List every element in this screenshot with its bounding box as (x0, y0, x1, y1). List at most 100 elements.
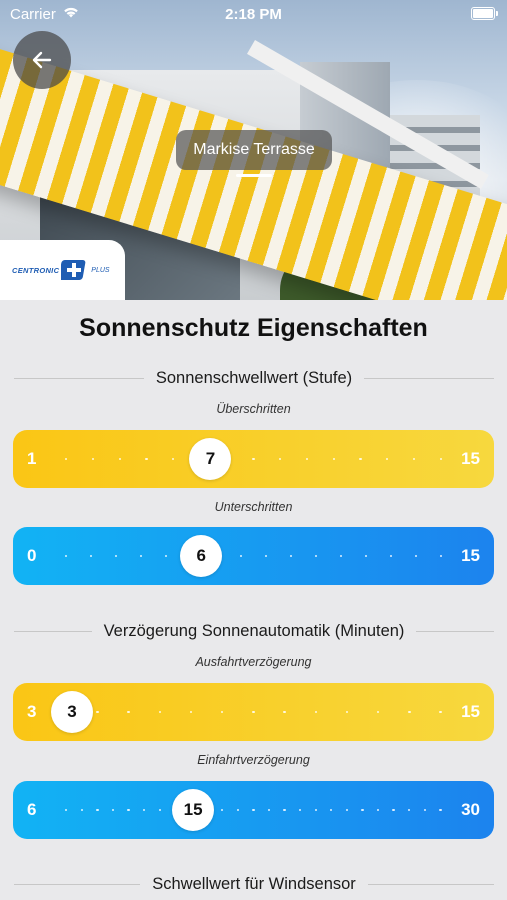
divider (14, 631, 92, 632)
section-header-sun-threshold: Sonnenschwellwert (Stufe) (14, 369, 495, 388)
section-title: Schwellwert für Windsensor (152, 875, 356, 893)
track-dot (377, 711, 380, 714)
track-dot (359, 458, 362, 461)
track-dot (96, 809, 99, 812)
track-dot (158, 711, 161, 714)
track-dot (142, 809, 146, 812)
slider-label-retract-delay: Einfahrtverzögerung (197, 753, 310, 767)
track-dot (65, 458, 68, 461)
track-dot (80, 809, 83, 812)
section-title: Verzögerung Sonnenautomatik (Minuten) (103, 622, 405, 640)
brand-logo: CENTRONIC PLUS (0, 240, 125, 300)
slider-track-dots (65, 555, 442, 558)
track-dot (252, 458, 255, 461)
slider-min: 3 (27, 702, 37, 721)
slider-label-exceeded: Überschritten (216, 402, 291, 416)
slider-retract-delay[interactable]: 6 30 15 (13, 781, 494, 839)
track-dot (389, 555, 392, 558)
track-dot (439, 711, 442, 714)
divider (364, 378, 495, 379)
track-dot (65, 555, 68, 558)
track-dot (127, 711, 130, 714)
logo-suffix-text: PLUS (91, 266, 110, 274)
divider (14, 378, 144, 379)
track-dot (252, 809, 255, 812)
track-dot (220, 809, 224, 812)
track-dot (314, 711, 318, 714)
track-dot (139, 555, 143, 558)
track-dot (158, 809, 161, 812)
track-dot (96, 711, 99, 714)
track-dot (172, 458, 175, 461)
track-dot (221, 711, 224, 714)
logo-plus-icon (59, 259, 87, 281)
slider-knob[interactable]: 7 (189, 438, 232, 480)
track-dot (89, 555, 93, 558)
track-dot (114, 555, 118, 558)
slider-track-dots (65, 711, 442, 714)
track-dot (65, 809, 68, 812)
section-header-sun-delay: Verzögerung Sonnenautomatik (Minuten) (14, 622, 495, 641)
slider-undershot[interactable]: 0 15 6 (13, 527, 494, 585)
slider-knob[interactable]: 6 (180, 535, 223, 577)
slider-max: 15 (461, 702, 480, 721)
track-dot (283, 809, 286, 812)
slider-max: 15 (461, 546, 480, 565)
track-dot (91, 458, 95, 461)
clock: 2:18 PM (225, 6, 282, 23)
logo-brand-text: CENTRONIC (12, 265, 60, 275)
track-dot (392, 809, 395, 812)
page-indicator (236, 174, 272, 177)
track-dot (283, 711, 286, 714)
track-dot (439, 458, 442, 461)
slider-max: 30 (461, 800, 480, 819)
track-dot (376, 809, 380, 812)
status-bar: Carrier 2:18 PM (0, 0, 507, 28)
track-dot (127, 809, 130, 812)
track-dot (423, 809, 427, 812)
track-dot (414, 555, 417, 558)
track-dot (314, 809, 317, 812)
slider-label-extend-delay: Ausfahrtverzögerung (195, 655, 312, 669)
track-dot (111, 809, 115, 812)
track-dot (298, 809, 302, 812)
track-dot (314, 555, 318, 558)
track-dot (279, 458, 282, 461)
slider-track-dots (65, 809, 442, 812)
track-dot (145, 458, 148, 461)
page-title: Sonnenschutz Eigenschaften (79, 314, 428, 342)
slider-label-undershot: Unterschritten (214, 500, 293, 514)
track-dot (332, 458, 335, 461)
battery-icon (471, 7, 498, 20)
track-dot (264, 555, 268, 558)
back-button[interactable] (13, 31, 71, 89)
track-dot (289, 555, 293, 558)
slider-min: 0 (27, 546, 37, 565)
track-dot (118, 458, 121, 461)
track-dot (412, 458, 416, 461)
track-dot (189, 711, 193, 714)
track-dot (252, 711, 255, 714)
slider-min: 6 (27, 800, 37, 819)
track-dot (364, 555, 368, 558)
track-dot (386, 458, 389, 461)
track-dot (345, 809, 349, 812)
slider-extend-delay[interactable]: 3 15 3 (13, 683, 494, 741)
slider-exceeded[interactable]: 1 15 7 (13, 430, 494, 488)
track-dot (439, 809, 442, 812)
section-title: Sonnenschwellwert (Stufe) (155, 369, 353, 387)
track-dot (330, 809, 333, 812)
device-name-label[interactable]: Markise Terrasse (176, 130, 332, 170)
track-dot (164, 555, 168, 558)
track-dot (361, 809, 364, 812)
track-dot (408, 809, 411, 812)
slider-knob[interactable]: 3 (51, 691, 93, 733)
divider (367, 884, 495, 885)
track-dot (267, 809, 271, 812)
divider (14, 884, 141, 885)
slider-track-dots (65, 458, 442, 461)
track-dot (345, 711, 349, 714)
slider-knob[interactable]: 15 (172, 789, 215, 831)
track-dot (408, 711, 411, 714)
track-dot (339, 555, 343, 558)
